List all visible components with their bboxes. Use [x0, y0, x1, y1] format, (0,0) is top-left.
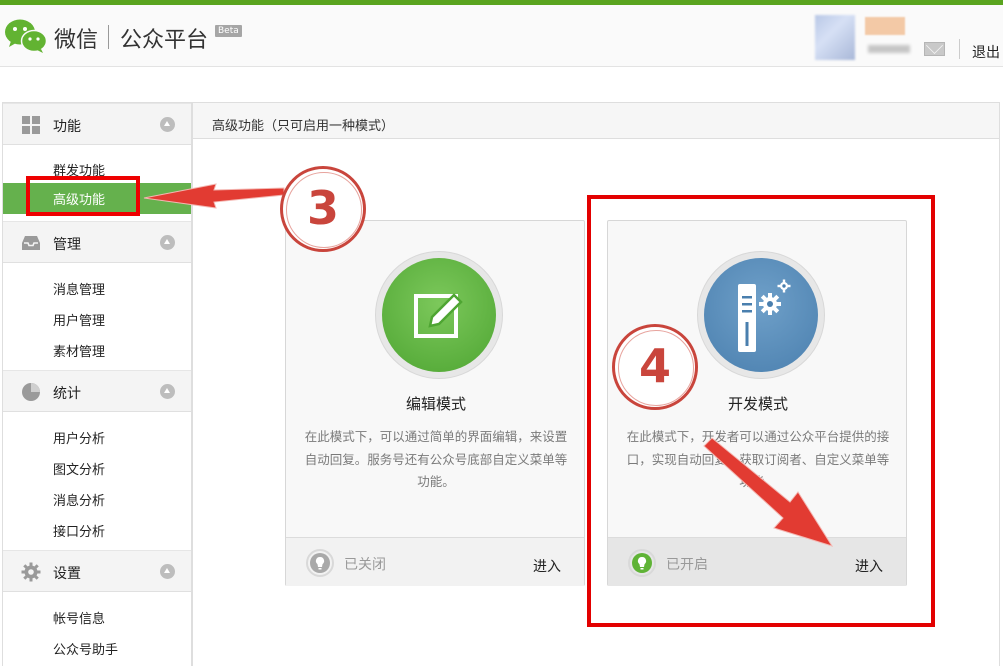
- card-title: 编辑模式: [405, 395, 466, 413]
- inbox-icon: [22, 236, 40, 250]
- mail-icon[interactable]: [924, 42, 945, 56]
- top-header: 微信 公众平台 Beta 退出: [0, 5, 1003, 67]
- pie-chart-icon: [22, 383, 40, 401]
- collapse-toggle-icon[interactable]: [160, 564, 175, 579]
- enter-edit-mode-link[interactable]: 进入: [533, 556, 561, 576]
- beta-badge: Beta: [215, 25, 242, 37]
- avatar[interactable]: [815, 15, 855, 60]
- wechat-logo-icon: [5, 19, 48, 53]
- step4-number: 4: [638, 339, 671, 393]
- sidebar-item-message-analysis[interactable]: 消息分析: [53, 490, 105, 509]
- card-description: 在此模式下，可以通过简单的界面编辑，来设置自动回复。服务号还有公众号底部自定义菜…: [304, 429, 568, 489]
- logo-divider: [108, 25, 109, 49]
- card-footer: 已关闭 进入: [286, 537, 584, 586]
- logout-link[interactable]: 退出: [972, 42, 1000, 62]
- collapse-toggle-icon[interactable]: [160, 384, 175, 399]
- sidebar-item-article-analysis[interactable]: 图文分析: [53, 459, 105, 478]
- page-title-bar: 高级功能（只可启用一种模式）: [192, 102, 1000, 139]
- sidebar-group-label: 统计: [53, 386, 81, 402]
- sidebar-item-users[interactable]: 用户管理: [53, 310, 105, 329]
- sidebar-group-stats[interactable]: 统计: [3, 370, 191, 412]
- sidebar-item-materials[interactable]: 素材管理: [53, 341, 105, 360]
- account-name-blurred: [868, 45, 910, 53]
- edit-mode-card: 编辑模式 在此模式下，可以通过简单的界面编辑，来设置自动回复。服务号还有公众号底…: [285, 220, 585, 586]
- app-subtitle: 公众平台: [120, 28, 209, 53]
- sidebar-group-settings[interactable]: 设置: [3, 550, 191, 592]
- edit-mode-circle: [375, 251, 503, 379]
- subscription-badge: [865, 17, 905, 35]
- collapse-toggle-icon[interactable]: [160, 117, 175, 132]
- sidebar-group-manage[interactable]: 管理: [3, 221, 191, 263]
- gear-icon: [21, 562, 41, 582]
- step3-badge: 3: [280, 166, 366, 252]
- edit-icon: [414, 293, 463, 338]
- highlight-box-step4: [587, 195, 935, 627]
- sidebar-item-assistant[interactable]: 公众号助手: [53, 639, 118, 658]
- step3-number: 3: [306, 181, 339, 235]
- sidebar-item-user-analysis[interactable]: 用户分析: [53, 428, 105, 447]
- grid-icon: [22, 116, 40, 134]
- header-divider: [959, 39, 960, 59]
- sidebar-group-label: 功能: [53, 119, 81, 135]
- sidebar: 功能 群发功能 高级功能 管理 消息管理 用户管理 素材管理 统计 用户分析 图…: [2, 102, 192, 666]
- sidebar-group-label: 设置: [53, 566, 81, 582]
- collapse-toggle-icon[interactable]: [160, 235, 175, 250]
- sidebar-group-label: 管理: [53, 237, 81, 253]
- step4-badge: 4: [612, 324, 698, 410]
- highlight-box-step3: [26, 176, 140, 216]
- sidebar-group-features[interactable]: 功能: [3, 103, 191, 145]
- sidebar-item-account-info[interactable]: 帐号信息: [53, 608, 105, 627]
- sidebar-item-api-analysis[interactable]: 接口分析: [53, 521, 105, 540]
- page-title: 高级功能（只可启用一种模式）: [212, 119, 395, 134]
- app-name: 微信: [54, 28, 99, 53]
- lightbulb-off-icon: [306, 549, 334, 577]
- mode-status: 已关闭: [344, 557, 386, 573]
- sidebar-item-messages[interactable]: 消息管理: [53, 279, 105, 298]
